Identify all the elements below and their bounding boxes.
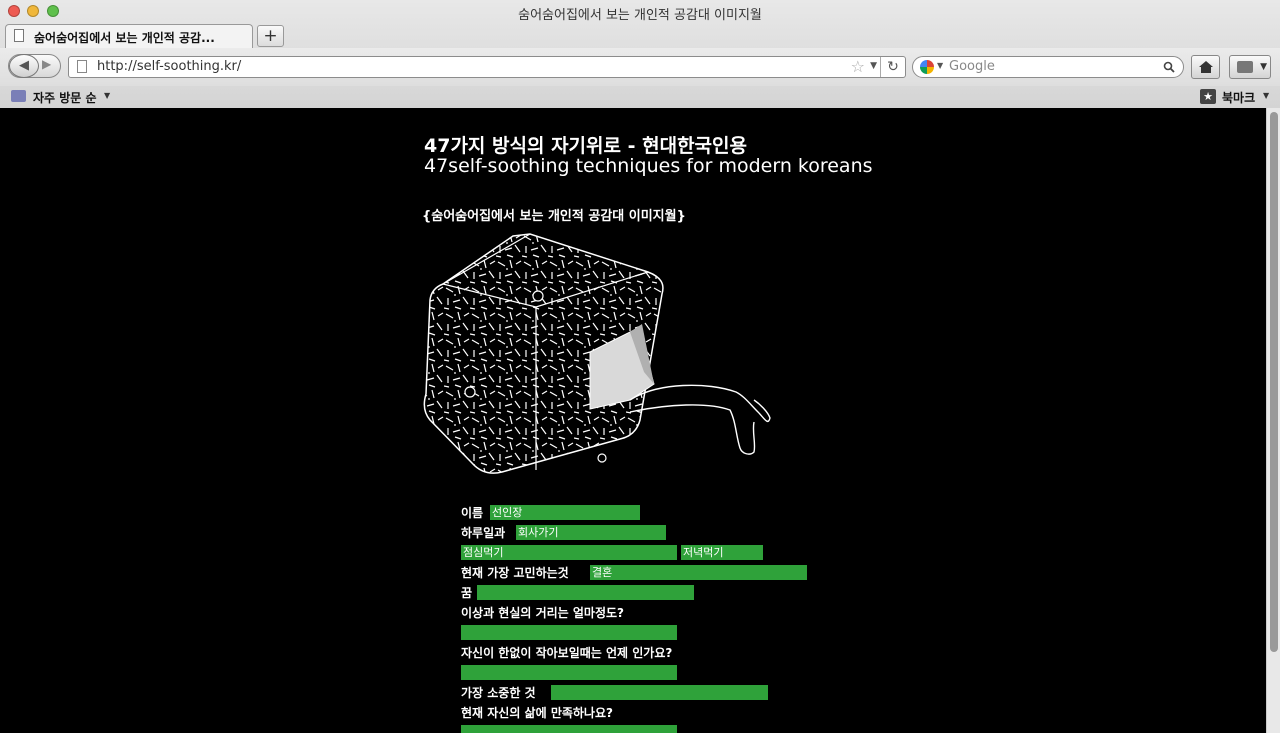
new-tab-button[interactable]: + xyxy=(257,25,284,47)
tab-bar: 숨어숨어집에서 보는 개인적 공감... + xyxy=(0,22,1280,48)
profile-form: 이름 선인장 하루일과 회사가기 점심먹기 저녁먹기 현재 가장 고민하는것 결… xyxy=(461,502,861,733)
google-icon[interactable] xyxy=(920,60,934,74)
small-moment-field[interactable] xyxy=(461,665,677,680)
addon-dropdown[interactable]: ▼ xyxy=(1260,62,1267,72)
daily-label: 하루일과 xyxy=(461,526,506,540)
page-icon xyxy=(77,60,87,73)
page-icon xyxy=(14,29,24,42)
most-visited-menu[interactable]: 자주 방문 순 xyxy=(33,89,97,106)
distance-field[interactable] xyxy=(461,625,677,640)
tab-active[interactable]: 숨어숨어집에서 보는 개인적 공감... xyxy=(5,24,253,48)
home-icon xyxy=(1199,61,1213,73)
browser-chrome: 숨어숨어집에서 보는 개인적 공감대 이미지월 숨어숨어집에서 보는 개인적 공… xyxy=(0,0,1280,109)
addon-button[interactable]: ▼ xyxy=(1229,55,1271,79)
back-button[interactable]: ◀ xyxy=(9,54,39,78)
precious-label: 가장 소중한 것 xyxy=(461,686,536,700)
page-subtitle: {숨어숨어집에서 보는 개인적 공감대 이미지월} xyxy=(422,209,686,224)
search-placeholder: Google xyxy=(949,59,995,74)
address-bar[interactable]: http://self-soothing.kr/ ☆ ▼ ↻ xyxy=(68,56,906,78)
satisfied-label: 현재 자신의 삶에 만족하나요? xyxy=(461,706,613,720)
cube-box-illustration xyxy=(423,233,771,474)
bookmark-star-icon[interactable]: ★ xyxy=(1200,89,1216,104)
url-history-dropdown[interactable]: ▼ xyxy=(870,61,877,71)
small-moment-label: 자신이 한없이 작아보일때는 언제 인가요? xyxy=(461,646,673,660)
satisfied-field[interactable] xyxy=(461,725,677,733)
lunch-field[interactable]: 점심먹기 xyxy=(461,545,677,560)
search-engine-dropdown[interactable]: ▼ xyxy=(937,61,943,70)
worry-label: 현재 가장 고민하는것 xyxy=(461,566,569,580)
scrollbar-thumb[interactable] xyxy=(1270,112,1278,652)
page-content: 47가지 방식의 자기위로 - 현대한국인용 47self-soothing t… xyxy=(0,108,1266,733)
navigation-bar: ◀ ▶ http://self-soothing.kr/ ☆ ▼ ↻ ▼ Goo… xyxy=(0,48,1280,86)
url-text[interactable]: http://self-soothing.kr/ xyxy=(97,59,241,74)
home-button[interactable] xyxy=(1191,55,1220,79)
vertical-scrollbar[interactable] xyxy=(1266,108,1280,733)
worry-field[interactable]: 결혼 xyxy=(590,565,807,580)
page-heading-korean: 47가지 방식의 자기위로 - 현대한국인용 xyxy=(424,135,747,157)
back-forward-group: ◀ ▶ xyxy=(8,54,61,78)
forward-button[interactable]: ▶ xyxy=(42,57,51,71)
daily-field[interactable]: 회사가기 xyxy=(516,525,666,540)
name-field[interactable]: 선인장 xyxy=(490,505,640,520)
page-heading-english: 47self-soothing techniques for modern ko… xyxy=(424,155,873,177)
dream-label: 꿈 xyxy=(461,586,473,600)
distance-label: 이상과 현실의 거리는 얼마정도? xyxy=(461,606,625,620)
search-icon[interactable] xyxy=(1163,61,1175,73)
reload-icon[interactable]: ↻ xyxy=(880,57,905,77)
bookmarks-toolbar: 자주 방문 순 ▼ ★ 북마크 ▼ xyxy=(0,86,1280,108)
bookmarks-menu[interactable]: 북마크 xyxy=(1222,89,1255,106)
name-label: 이름 xyxy=(461,506,484,520)
chevron-down-icon[interactable]: ▼ xyxy=(1263,91,1269,100)
window-title: 숨어숨어집에서 보는 개인적 공감대 이미지월 xyxy=(518,8,762,23)
dinner-field[interactable]: 저녁먹기 xyxy=(681,545,763,560)
tab-label: 숨어숨어집에서 보는 개인적 공감... xyxy=(34,31,215,45)
precious-field[interactable] xyxy=(551,685,768,700)
bookmark-folder-icon xyxy=(11,90,26,102)
dream-field[interactable] xyxy=(477,585,694,600)
addon-icon xyxy=(1237,61,1253,73)
star-icon[interactable]: ☆ xyxy=(851,57,865,76)
title-bar: 숨어숨어집에서 보는 개인적 공감대 이미지월 xyxy=(0,0,1280,23)
search-input[interactable]: ▼ Google xyxy=(912,56,1184,78)
chevron-down-icon[interactable]: ▼ xyxy=(104,91,110,100)
